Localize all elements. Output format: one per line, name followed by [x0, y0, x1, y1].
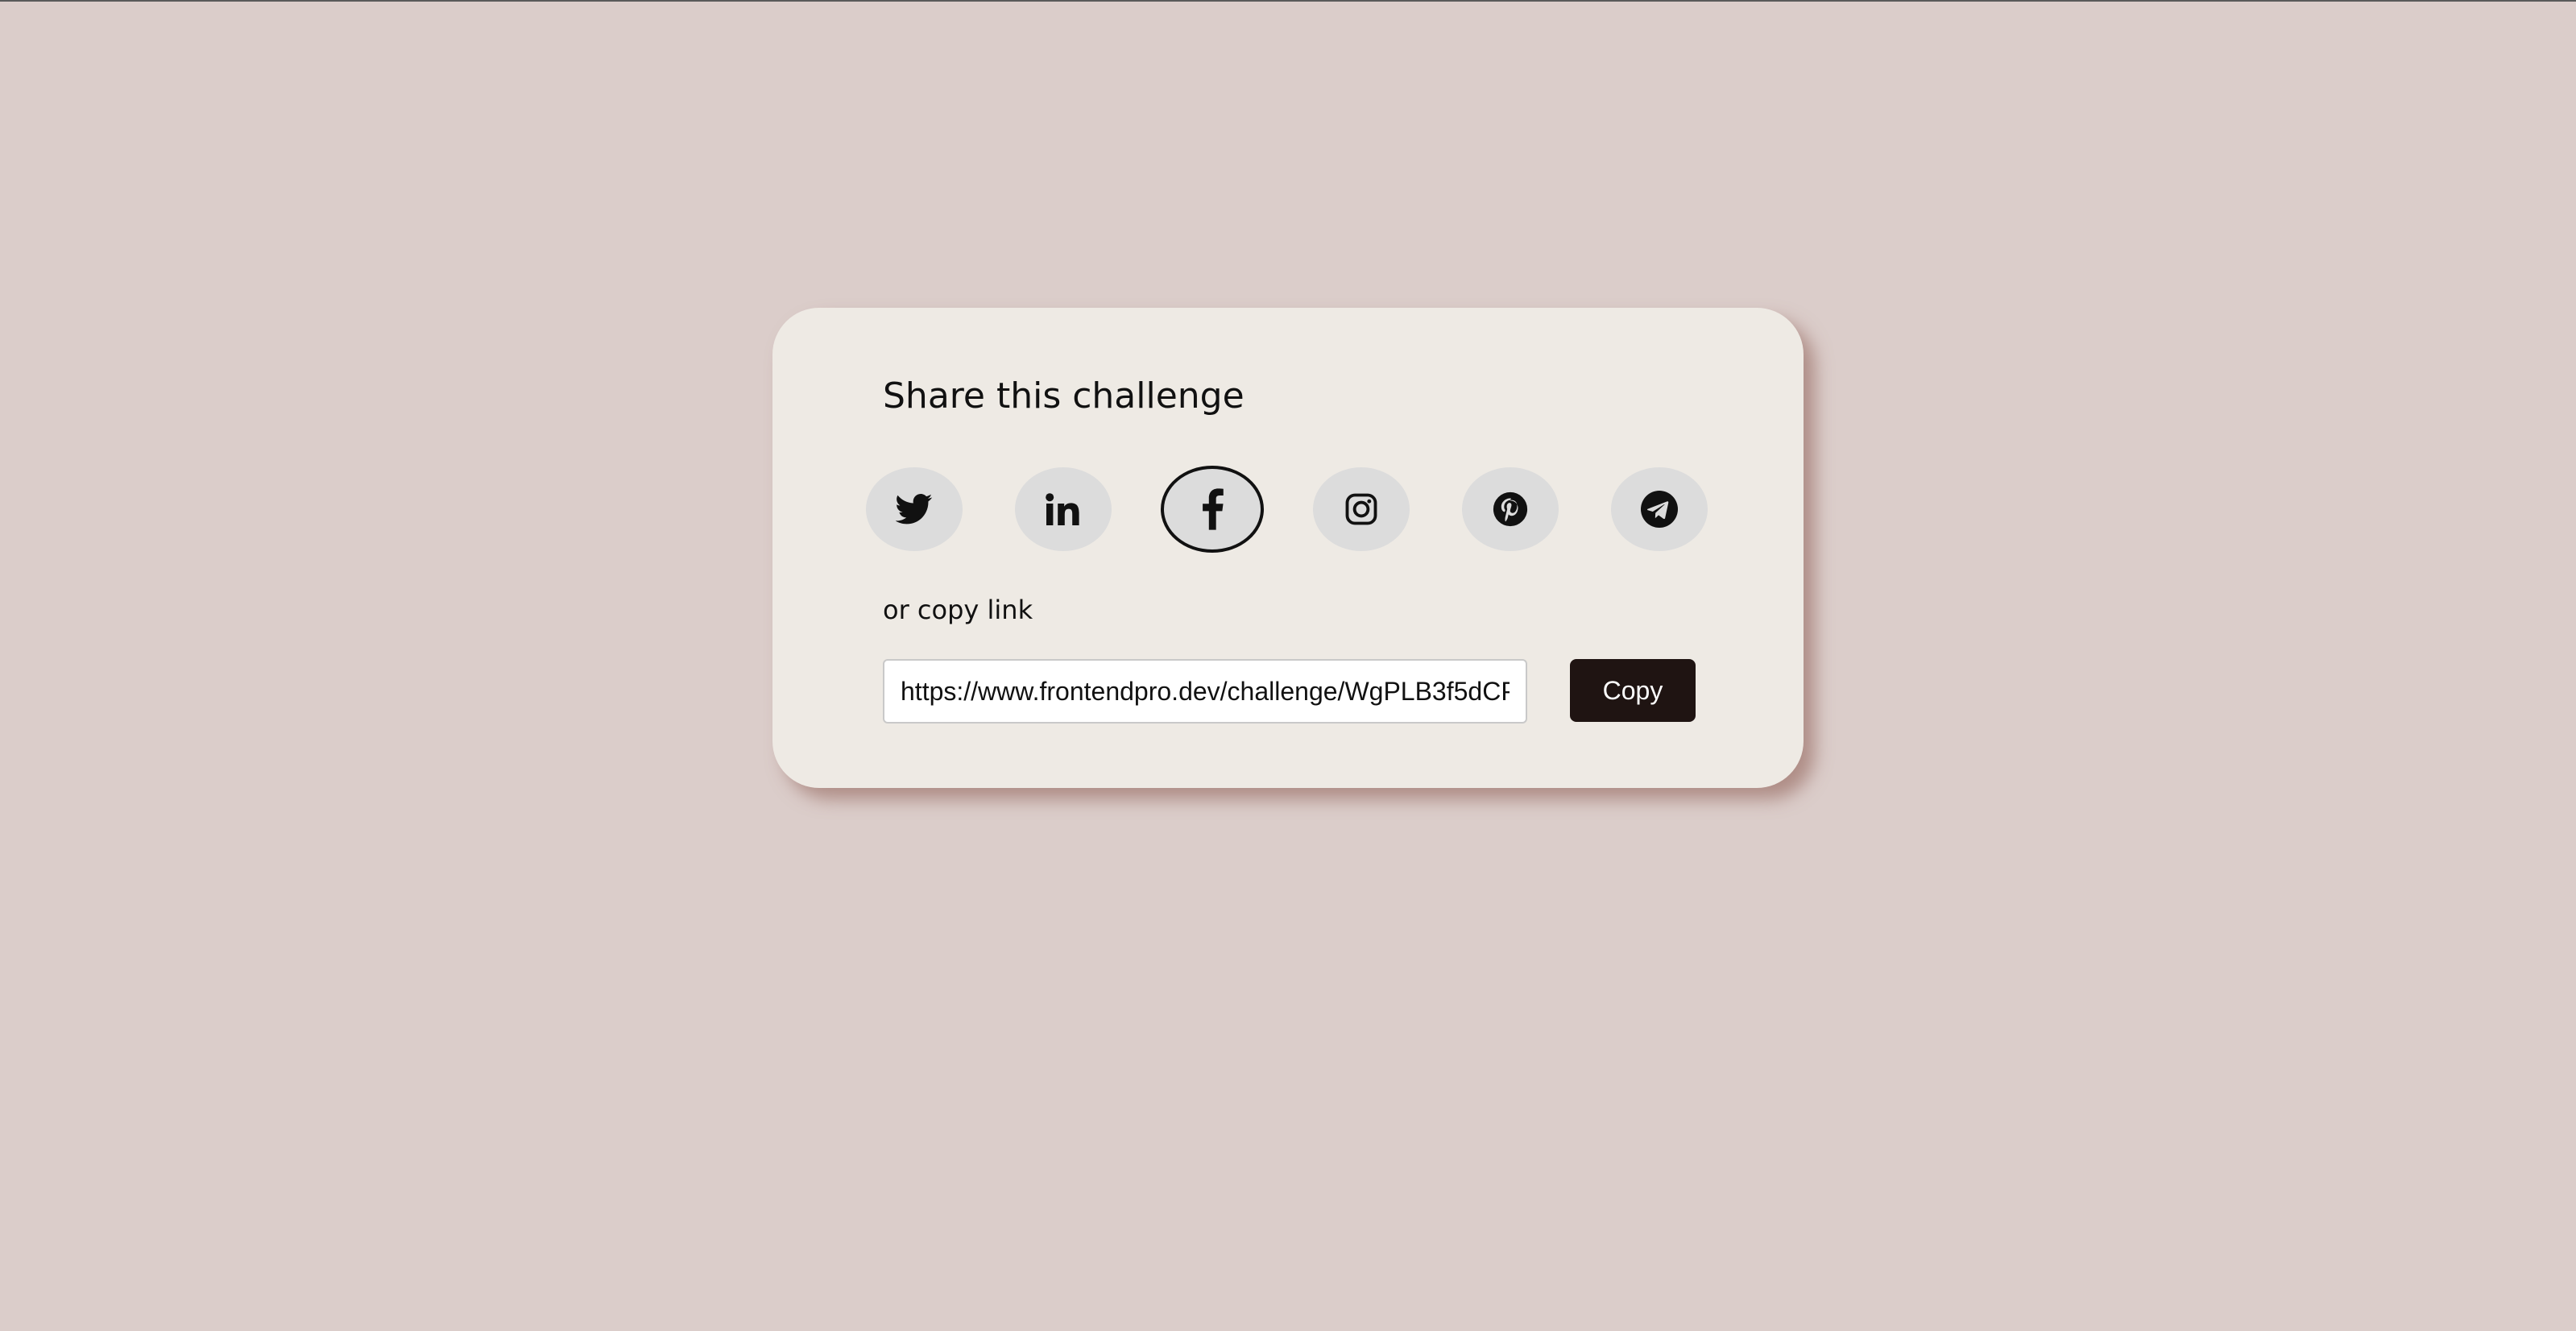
share-title: Share this challenge	[883, 375, 1245, 417]
pinterest-button[interactable]	[1462, 467, 1559, 551]
linkedin-icon	[1046, 493, 1079, 525]
share-link-input[interactable]	[883, 659, 1527, 724]
instagram-icon	[1345, 493, 1377, 525]
linkedin-button[interactable]	[1015, 467, 1112, 551]
twitter-icon	[896, 494, 933, 525]
telegram-icon	[1641, 491, 1678, 528]
social-buttons	[866, 466, 1734, 553]
facebook-button[interactable]	[1161, 466, 1264, 553]
pinterest-icon	[1493, 491, 1528, 527]
twitter-button[interactable]	[866, 467, 963, 551]
share-card: Share this challenge or copy link https:…	[772, 308, 1804, 788]
facebook-icon	[1203, 488, 1224, 530]
copy-button[interactable]: Copy	[1570, 659, 1696, 722]
instagram-button[interactable]	[1313, 467, 1410, 551]
copy-link-label: or copy link	[883, 595, 1033, 625]
telegram-button[interactable]	[1611, 467, 1708, 551]
